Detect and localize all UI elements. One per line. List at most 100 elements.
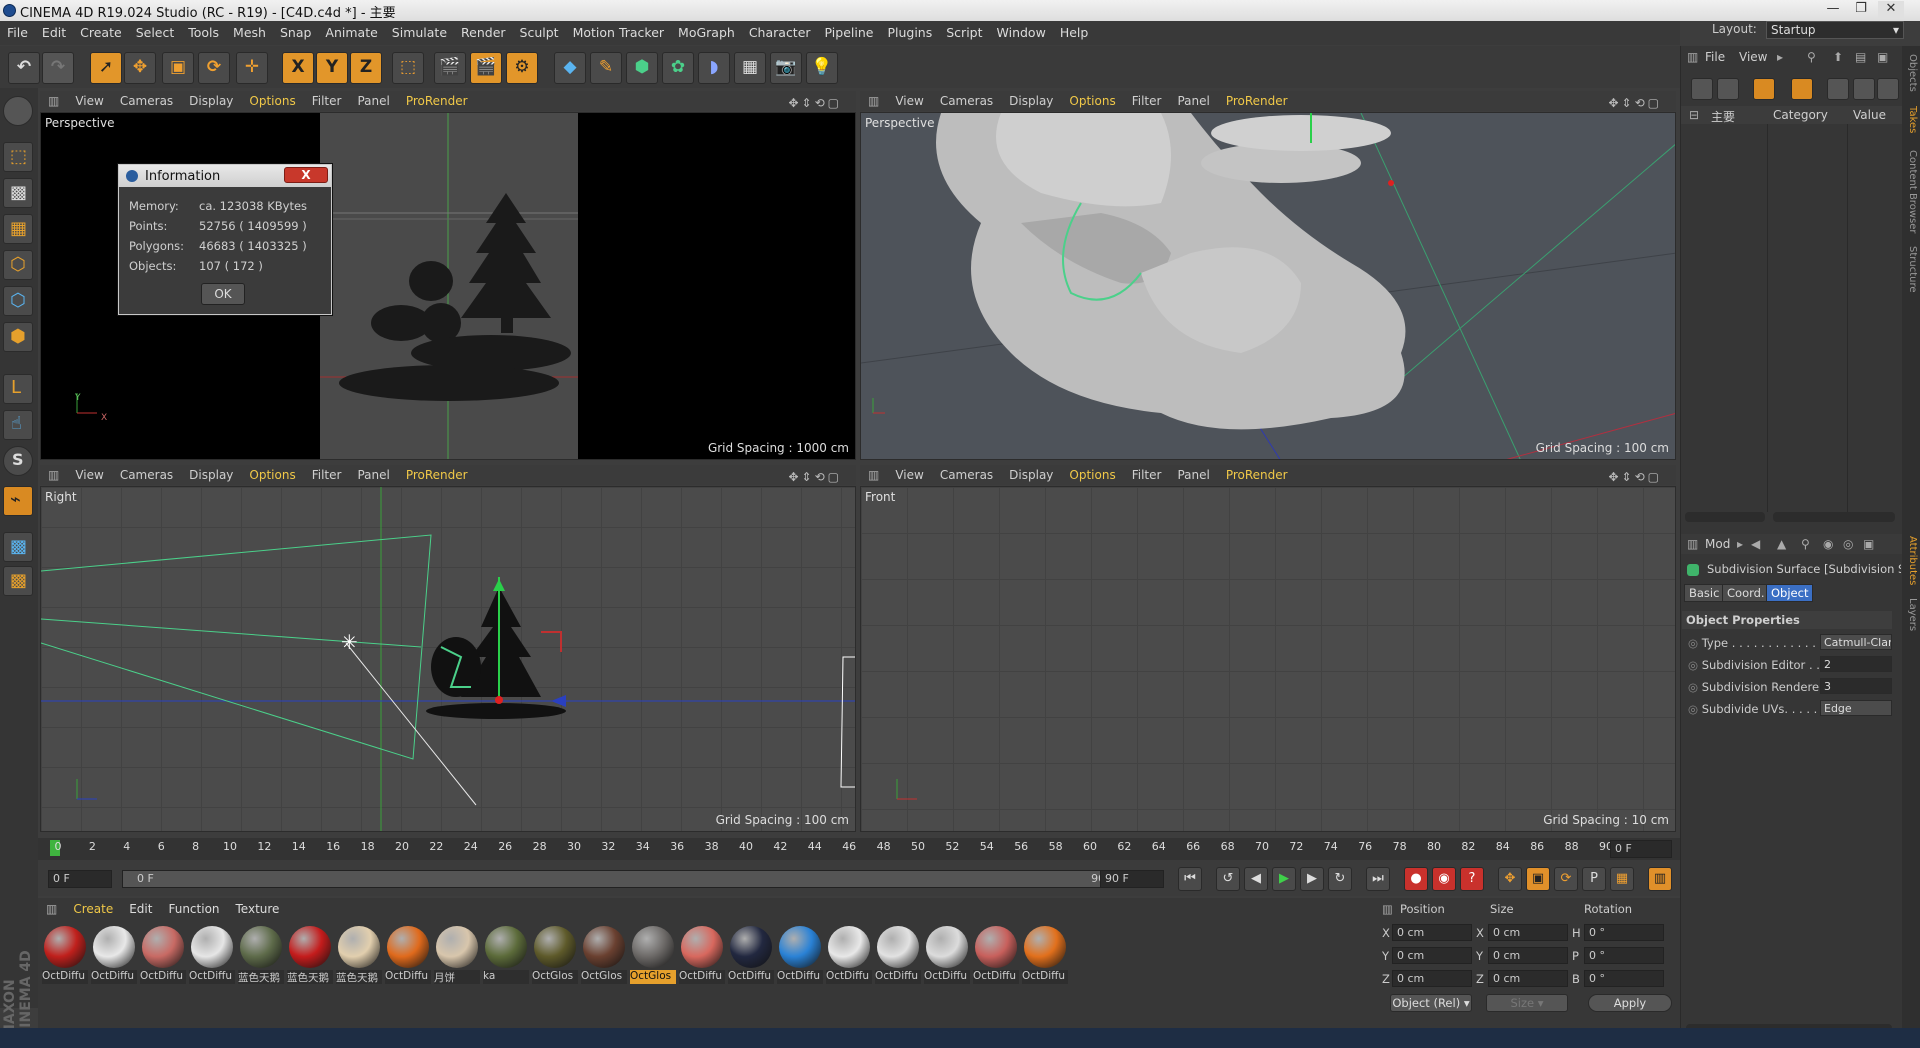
x-axis-lock-button[interactable]: X	[282, 52, 314, 84]
subdivision-surface-icon[interactable]: ⬢	[626, 52, 658, 84]
move-tool-icon[interactable]: ✥	[124, 52, 156, 84]
menu-mograph[interactable]: MoGraph	[671, 21, 742, 40]
cloner-icon[interactable]: ✿	[662, 52, 694, 84]
vp-br-options-menu[interactable]: Options	[1061, 465, 1123, 482]
soft-selection-icon[interactable]: ▩	[3, 566, 33, 596]
om-file-menu[interactable]: File	[1705, 50, 1725, 64]
make-editable-icon[interactable]	[3, 96, 33, 126]
tab-structure[interactable]: Structure	[1904, 246, 1918, 293]
menu-select[interactable]: Select	[129, 21, 182, 40]
workplane-icon[interactable]: ▦	[3, 214, 33, 244]
menu-simulate[interactable]: Simulate	[385, 21, 454, 40]
material-swatch[interactable]: ka	[483, 924, 529, 988]
menu-motion-tracker[interactable]: Motion Tracker	[566, 21, 671, 40]
tweak-mode-icon[interactable]: ☝	[3, 410, 33, 440]
vp-tl-panel-menu[interactable]: Panel	[349, 91, 397, 108]
transform-tool-icon[interactable]: ✛	[236, 52, 268, 84]
material-swatch[interactable]: 蓝色天鹅	[287, 924, 333, 988]
layer-mode-icon[interactable]	[1753, 78, 1775, 100]
type-dropdown[interactable]: Catmull-Clark	[1820, 634, 1892, 650]
vp-br-view-menu[interactable]: View	[887, 465, 931, 482]
vp-tl-options-menu[interactable]: Options	[241, 91, 303, 108]
up-arrow-icon[interactable]: ▲	[1777, 537, 1786, 551]
render-mode-icon[interactable]	[1827, 78, 1849, 100]
autokey-icon[interactable]: ◉	[1432, 867, 1456, 891]
more-mode-icon[interactable]	[1877, 78, 1899, 100]
play-icon[interactable]: ▶	[1272, 867, 1296, 891]
menu-pipeline[interactable]: Pipeline	[818, 21, 881, 40]
polygons-mode-icon[interactable]: ⬢	[3, 322, 33, 352]
render-view-icon[interactable]: 🎬	[434, 52, 466, 84]
mat-texture-menu[interactable]: Texture	[228, 898, 288, 916]
key-rotation-icon[interactable]: ⟳	[1554, 867, 1578, 891]
current-frame-field[interactable]: 0 F	[1610, 840, 1672, 858]
vp-br-display-menu[interactable]: Display	[1001, 465, 1061, 482]
live-select-icon[interactable]: ➚	[90, 52, 122, 84]
cube-object-icon[interactable]: ◆	[554, 52, 586, 84]
material-swatch[interactable]: OctDiffu	[385, 924, 431, 988]
key-pla-icon[interactable]: ▦	[1610, 867, 1634, 891]
vp-tl-display-menu[interactable]: Display	[181, 91, 241, 108]
vp-bl-view-menu[interactable]: View	[67, 465, 111, 482]
vp-tr-panel-menu[interactable]: Panel	[1169, 91, 1217, 108]
y-axis-lock-button[interactable]: Y	[316, 52, 348, 84]
new-window-icon[interactable]: ▣	[1877, 50, 1888, 64]
om-view-menu[interactable]: View	[1739, 50, 1767, 64]
menu-snap[interactable]: Snap	[273, 21, 318, 40]
redo-icon[interactable]: ↷	[42, 52, 74, 84]
timeline-ruler[interactable]: 0 2 4 6 8 10 12 14 16 18 20 22 24 26 28 30 32 34 36 38 40 42 4…	[38, 838, 1680, 860]
pen-spline-icon[interactable]: ✎	[590, 52, 622, 84]
camera-icon[interactable]: 📷	[770, 52, 802, 84]
rotation-b-field[interactable]: 0 °	[1584, 970, 1664, 987]
next-frame-icon[interactable]: ▶	[1300, 867, 1324, 891]
vp-tr-prorender-menu[interactable]: ProRender	[1218, 91, 1296, 108]
viewport-nav-icons[interactable]: ✥⇕⟲▢	[780, 467, 850, 484]
vp-tr-display-menu[interactable]: Display	[1001, 91, 1061, 108]
vp-br-cameras-menu[interactable]: Cameras	[932, 465, 1001, 482]
tab-objects[interactable]: Objects	[1904, 54, 1918, 92]
mat-create-menu[interactable]: Create	[65, 898, 121, 916]
tab-takes[interactable]: Takes	[1904, 106, 1918, 133]
objects-mode-icon[interactable]	[1691, 78, 1713, 100]
material-swatch[interactable]: OctGlos	[581, 924, 627, 988]
ok-button[interactable]: OK	[201, 283, 245, 305]
tab-basic[interactable]: Basic	[1684, 584, 1725, 602]
material-swatch[interactable]: OctDiffu	[777, 924, 823, 988]
light-icon[interactable]: 💡	[806, 52, 838, 84]
vp-br-prorender-menu[interactable]: ProRender	[1218, 465, 1296, 482]
material-swatch[interactable]: OctDiffu	[189, 924, 235, 988]
vp-bl-cameras-menu[interactable]: Cameras	[112, 465, 181, 482]
render-picture-viewer-icon[interactable]: 🎬	[470, 52, 502, 84]
tab-content-browser[interactable]: Content Browser	[1904, 150, 1918, 233]
search-icon[interactable]: ⚲	[1801, 537, 1810, 551]
coordinate-system-icon[interactable]: ⬚	[392, 52, 424, 84]
material-swatch[interactable]: OctGlos	[532, 924, 578, 988]
mat-edit-menu[interactable]: Edit	[121, 898, 160, 916]
material-swatch[interactable]: 蓝色天鹅	[238, 924, 284, 988]
subdivision-renderer-field[interactable]: 3	[1820, 678, 1892, 694]
size-x-field[interactable]: 0 cm	[1488, 924, 1568, 941]
material-swatch[interactable]: OctDiffu	[91, 924, 137, 988]
vp-tr-filter-menu[interactable]: Filter	[1124, 91, 1170, 108]
material-swatch[interactable]: OctGlos	[630, 924, 676, 988]
layout-dropdown[interactable]: Startup ▾	[1766, 21, 1904, 39]
material-swatch[interactable]: 月饼	[434, 924, 480, 988]
menu-mesh[interactable]: Mesh	[226, 21, 273, 40]
menu-animate[interactable]: Animate	[318, 21, 384, 40]
material-swatch[interactable]: OctDiffu	[679, 924, 725, 988]
attr-mode-menu[interactable]: Mod	[1705, 537, 1730, 551]
snap-icon[interactable]: S	[3, 446, 33, 476]
horizontal-scrollbar[interactable]	[1685, 512, 1765, 522]
maximize-button[interactable]: ❐	[1848, 1, 1874, 18]
new-window-icon[interactable]: ▣	[1863, 537, 1874, 551]
edges-mode-icon[interactable]: ⬡	[3, 286, 33, 316]
object-properties-section[interactable]: Object Properties	[1682, 611, 1892, 629]
coordinate-mode-dropdown[interactable]: Object (Rel) ▾	[1390, 994, 1472, 1012]
menu-file[interactable]: File	[0, 21, 35, 40]
viewport-perspective-top-right[interactable]: Perspective Grid Spacing : 100 cm	[860, 112, 1676, 460]
rotate-tool-icon[interactable]: ⟳	[198, 52, 230, 84]
viewport-nav-icons[interactable]: ✥⇕⟲▢	[1600, 467, 1670, 484]
mat-function-menu[interactable]: Function	[160, 898, 227, 916]
floor-icon[interactable]: ▦	[734, 52, 766, 84]
lock-icon[interactable]: ▤	[1855, 50, 1866, 64]
